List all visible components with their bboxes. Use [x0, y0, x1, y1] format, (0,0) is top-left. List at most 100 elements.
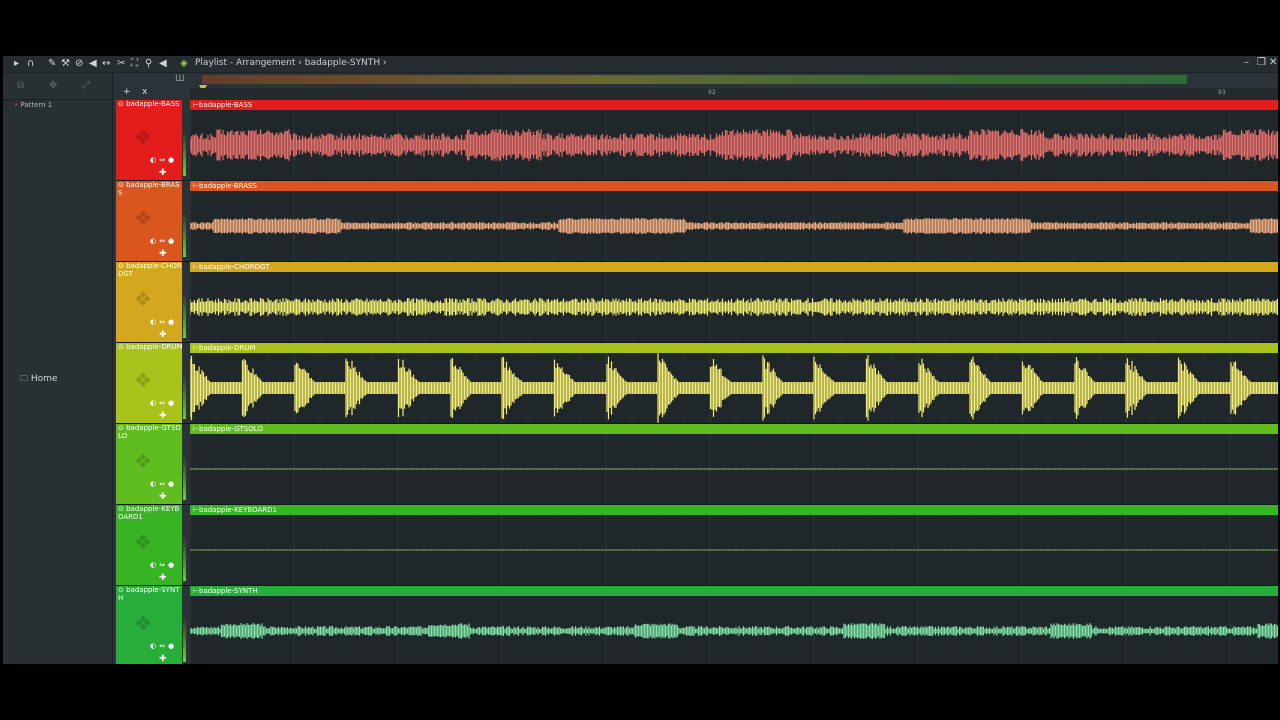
track-bass[interactable]: ❖ ⊙ badapple-BASS ◐⇔● ✚ ⊢ badapple-BASS: [116, 100, 1278, 181]
track-header[interactable]: ❖ ⊙ badapple-DRUM ◐⇔● ✚: [116, 343, 184, 424]
track-header[interactable]: ❖ ⊙ badapple-CHORDGT ◐⇔● ✚: [116, 262, 182, 343]
track-header[interactable]: ❖ ⊙ badapple-GTSOLO ◐⇔● ✚: [116, 424, 182, 505]
track-drag-icon: ❖: [134, 368, 152, 392]
track-gtsolo[interactable]: ❖ ⊙ badapple-GTSOLO ◐⇔● ✚ ⊢ badapple-GTSOLO: [116, 424, 1278, 505]
add-track-icon[interactable]: +: [123, 87, 131, 97]
track-controls-icon[interactable]: ◐⇔●: [150, 642, 177, 650]
picker-view-icon[interactable]: ⧉: [17, 80, 24, 91]
audio-clip[interactable]: ⊢ badapple-BRASS: [190, 181, 1278, 262]
bars-icon[interactable]: Ш: [175, 74, 185, 84]
track-move-icon[interactable]: ✚: [159, 492, 167, 502]
track-header[interactable]: ❖ ⊙ badapple-BRASS ◐⇔● ✚: [116, 181, 182, 262]
track-move-icon[interactable]: ✚: [159, 249, 167, 259]
zoom-icon[interactable]: ⚲: [145, 58, 152, 70]
current-pattern[interactable]: badapple-SYNTH: [305, 58, 380, 68]
clip-label: badapple-BASS: [199, 101, 253, 109]
track-level-meter: [183, 292, 186, 338]
track-move-icon[interactable]: ✚: [159, 168, 167, 178]
clip-menu-icon[interactable]: ⊢: [184, 100, 199, 110]
picker-resize-icon[interactable]: ⤢: [82, 80, 90, 91]
clip-menu-icon[interactable]: ⊢: [184, 586, 199, 596]
track-enable-icon[interactable]: ⊙: [118, 586, 124, 594]
clip-header[interactable]: ⊢ badapple-BASS: [190, 100, 1278, 110]
waveform-path: [190, 623, 1278, 639]
track-move-icon[interactable]: ✚: [159, 330, 167, 340]
clip-header[interactable]: ⊢ badapple-SYNTH: [190, 586, 1278, 596]
track-name[interactable]: ⊙ badapple-CHORDGT: [118, 262, 184, 278]
clip-menu-icon[interactable]: ⊢: [184, 262, 199, 272]
track-controls-icon[interactable]: ◐⇔●: [150, 399, 177, 407]
track-controls-icon[interactable]: ◐⇔●: [150, 156, 177, 164]
track-name-label: badapple-BASS: [126, 100, 180, 108]
track-controls-icon[interactable]: ◐⇔●: [150, 237, 177, 245]
clip-header[interactable]: ⊢ badapple-KEYBOARD1: [190, 505, 1278, 515]
audio-clip[interactable]: ⊢ badapple-CHORDGT: [190, 262, 1278, 343]
track-header[interactable]: ❖ ⊙ badapple-SYNTH ◐⇔● ✚: [116, 586, 182, 664]
pattern-list-item[interactable]: • Pattern 1: [14, 101, 52, 109]
arrangement-overview-scrollbar[interactable]: [202, 75, 1187, 84]
minimize-icon[interactable]: –: [1244, 57, 1249, 68]
track-name[interactable]: ⊙ badapple-BRASS: [118, 181, 184, 197]
track-keyboard1[interactable]: ❖ ⊙ badapple-KEYBOARD1 ◐⇔● ✚ ⊢ badapple-KEYBO…: [116, 505, 1278, 586]
track-drag-icon: ❖: [134, 206, 152, 230]
clip-menu-icon[interactable]: ⊢: [184, 343, 199, 353]
select-icon[interactable]: ⛶: [131, 58, 138, 70]
audio-clip[interactable]: ⊢ badapple-DRUM: [190, 343, 1278, 424]
track-level-meter: [183, 616, 186, 662]
audio-clip[interactable]: ⊢ badapple-KEYBOARD1: [190, 505, 1278, 586]
restore-icon[interactable]: ❐: [1257, 57, 1266, 68]
pencil-icon[interactable]: ✎: [48, 58, 56, 70]
slip-icon[interactable]: ↔: [102, 58, 110, 70]
track-header[interactable]: ❖ ⊙ badapple-BASS ◐⇔● ✚: [116, 100, 182, 181]
track-enable-icon[interactable]: ⊙: [118, 100, 124, 108]
clip-menu-icon[interactable]: ⊢: [184, 424, 199, 434]
close-icon[interactable]: ✕: [1269, 57, 1277, 68]
delete-icon[interactable]: ⊘: [75, 58, 83, 70]
slice-icon[interactable]: ✂: [117, 58, 125, 70]
track-enable-icon[interactable]: ⊙: [118, 505, 124, 513]
track-enable-icon[interactable]: ⊙: [118, 424, 124, 432]
speaker-icon[interactable]: ◀: [159, 58, 167, 70]
track-move-icon[interactable]: ✚: [159, 654, 167, 664]
clip-menu-icon[interactable]: ⊢: [184, 505, 199, 515]
magnet-icon[interactable]: ∩: [27, 58, 34, 70]
audio-clip[interactable]: ⊢ badapple-BASS: [190, 100, 1278, 181]
track-enable-icon[interactable]: ⊙: [118, 181, 124, 189]
paint-icon[interactable]: ⚒: [61, 58, 70, 70]
track-controls-icon[interactable]: ◐⇔●: [150, 480, 177, 488]
audio-clip[interactable]: ⊢ badapple-SYNTH: [190, 586, 1278, 664]
track-brass[interactable]: ❖ ⊙ badapple-BRASS ◐⇔● ✚ ⊢ badapple-BRASS: [116, 181, 1278, 262]
track-enable-icon[interactable]: ⊙: [118, 262, 124, 270]
picker-move-icon[interactable]: ✥: [49, 80, 57, 91]
audio-clip[interactable]: ⊢ badapple-GTSOLO: [190, 424, 1278, 505]
play-icon[interactable]: ▸: [14, 58, 19, 70]
clip-menu-icon[interactable]: ⊢: [184, 181, 199, 191]
clip-label: badapple-CHORDGT: [199, 263, 270, 271]
clip-header[interactable]: ⊢ badapple-DRUM: [190, 343, 1278, 353]
clip-label: badapple-KEYBOARD1: [199, 506, 277, 514]
home-button[interactable]: 🗀 Home: [20, 373, 57, 387]
track-drum[interactable]: ❖ ⊙ badapple-DRUM ◐⇔● ✚ ⊢ badapple-DRUM: [116, 343, 1278, 424]
waveform: [190, 272, 1278, 343]
track-synth[interactable]: ❖ ⊙ badapple-SYNTH ◐⇔● ✚ ⊢ badapple-SYNTH: [116, 586, 1278, 664]
track-name[interactable]: ⊙ badapple-KEYBOARD1: [118, 505, 184, 521]
track-move-icon[interactable]: ✚: [159, 411, 167, 421]
mute-icon[interactable]: ◀: [89, 58, 97, 70]
pattern-picker-icon[interactable]: ◈: [180, 58, 188, 70]
track-move-icon[interactable]: ✚: [159, 573, 167, 583]
clip-header[interactable]: ⊢ badapple-BRASS: [190, 181, 1278, 191]
track-enable-icon[interactable]: ⊙: [118, 343, 124, 351]
track-name[interactable]: ⊙ badapple-SYNTH: [118, 586, 184, 602]
track-name[interactable]: ⊙ badapple-DRUM: [118, 343, 184, 351]
clip-header[interactable]: ⊢ badapple-GTSOLO: [190, 424, 1278, 434]
track-header[interactable]: ❖ ⊙ badapple-KEYBOARD1 ◐⇔● ✚: [116, 505, 182, 586]
track-chordgt[interactable]: ❖ ⊙ badapple-CHORDGT ◐⇔● ✚ ⊢ badapple-CHORDGT: [116, 262, 1278, 343]
track-name[interactable]: ⊙ badapple-GTSOLO: [118, 424, 184, 440]
remove-track-icon[interactable]: x: [142, 87, 147, 97]
track-controls-icon[interactable]: ◐⇔●: [150, 561, 177, 569]
pattern-arrow[interactable]: ›: [383, 58, 387, 68]
waveform-path: [190, 549, 1278, 551]
clip-header[interactable]: ⊢ badapple-CHORDGT: [190, 262, 1278, 272]
track-name[interactable]: ⊙ badapple-BASS: [118, 100, 184, 108]
track-controls-icon[interactable]: ◐⇔●: [150, 318, 177, 326]
